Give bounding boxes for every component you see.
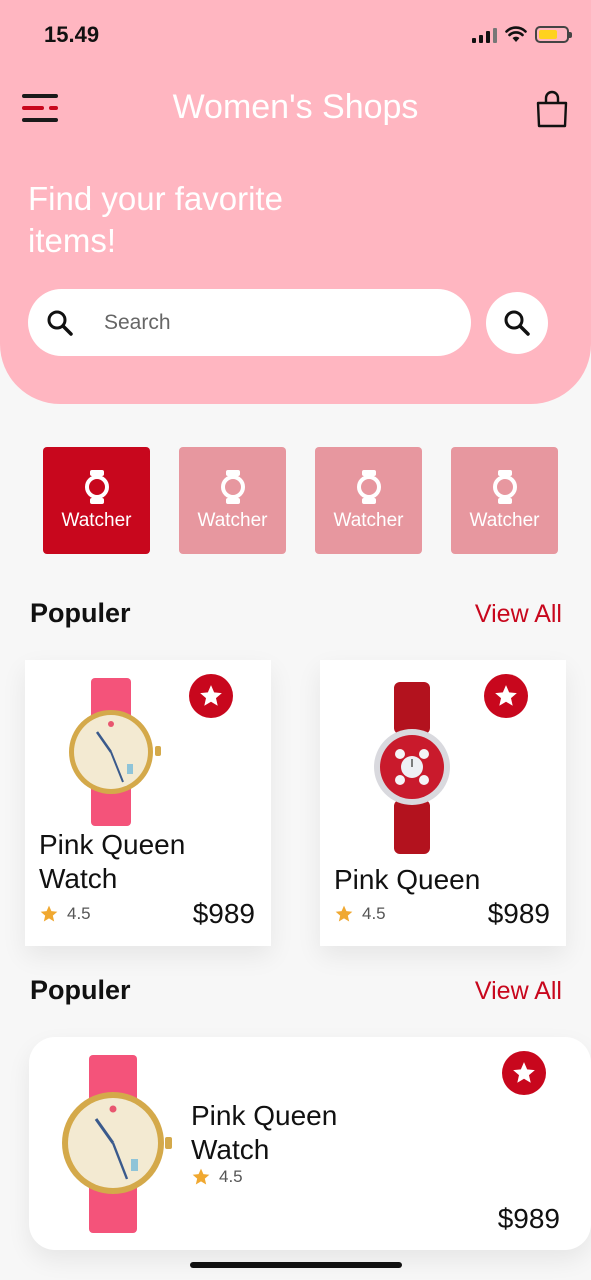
- category-label: Watcher: [197, 509, 268, 531]
- red-diamond-watch-image: [374, 682, 450, 854]
- star-icon: [513, 1062, 535, 1083]
- battery-icon: [535, 26, 572, 43]
- search-icon: [504, 310, 530, 336]
- status-icons: [472, 26, 572, 43]
- star-icon: [40, 905, 58, 922]
- shopping-bag-icon[interactable]: [535, 90, 569, 128]
- view-all-link[interactable]: View All: [475, 600, 562, 629]
- watch-icon: [220, 469, 245, 504]
- header-panel: 15.49 Women's Shops Find your favorite i…: [0, 0, 591, 404]
- star-icon: [200, 685, 222, 706]
- watch-icon: [356, 469, 381, 504]
- rating-value: 4.5: [67, 904, 91, 923]
- category-watcher-3[interactable]: Watcher: [315, 447, 422, 554]
- section-title: Populer: [30, 598, 131, 628]
- home-indicator: [190, 1262, 402, 1268]
- search-field[interactable]: [28, 289, 471, 356]
- rating-value: 4.5: [219, 1167, 243, 1186]
- favorite-button[interactable]: [484, 674, 528, 718]
- favorite-button[interactable]: [189, 674, 233, 718]
- product-name: Pink Queen Watch: [191, 1100, 338, 1165]
- product-name: Pink Queen: [334, 864, 481, 895]
- view-all-link[interactable]: View All: [475, 977, 562, 1006]
- section-title: Populer: [30, 975, 131, 1005]
- featured-product-card[interactable]: Pink Queen Watch 4.5 $989: [29, 1037, 591, 1250]
- category-label: Watcher: [333, 509, 404, 531]
- wifi-icon: [505, 26, 527, 42]
- product-card[interactable]: Pink Queen 4.5 $989: [320, 660, 566, 946]
- watch-icon: [84, 469, 109, 504]
- signal-icon: [472, 27, 497, 43]
- rating-value: 4.5: [362, 904, 386, 923]
- product-rating: 4.5: [334, 904, 386, 924]
- product-card[interactable]: Pink Queen Watch 4.5 $989: [25, 660, 271, 946]
- pink-strap-watch-image: [69, 678, 161, 826]
- star-icon: [335, 905, 353, 922]
- pink-strap-watch-image: [62, 1055, 172, 1233]
- product-rating: 4.5: [39, 904, 91, 924]
- product-price: $989: [487, 898, 550, 929]
- product-price: $989: [192, 898, 255, 929]
- favorite-button[interactable]: [502, 1051, 546, 1095]
- category-watcher-4[interactable]: Watcher: [451, 447, 558, 554]
- category-watcher-1[interactable]: Watcher: [43, 447, 150, 554]
- star-icon: [495, 685, 517, 706]
- category-list: Watcher Watcher Watcher Watcher: [43, 447, 558, 554]
- category-label: Watcher: [469, 509, 540, 531]
- app-title: Women's Shops: [172, 88, 419, 126]
- category-watcher-2[interactable]: Watcher: [179, 447, 286, 554]
- search-button[interactable]: [486, 292, 548, 354]
- tagline: Find your favorite items!: [28, 180, 283, 259]
- search-icon: [47, 310, 73, 336]
- star-icon: [192, 1168, 210, 1185]
- watch-icon: [492, 469, 517, 504]
- product-price: $989: [497, 1203, 560, 1234]
- product-name: Pink Queen Watch: [39, 829, 186, 894]
- product-rating: 4.5: [191, 1167, 243, 1187]
- search-input[interactable]: [104, 310, 404, 335]
- status-time: 15.49: [44, 22, 100, 47]
- category-label: Watcher: [61, 509, 132, 531]
